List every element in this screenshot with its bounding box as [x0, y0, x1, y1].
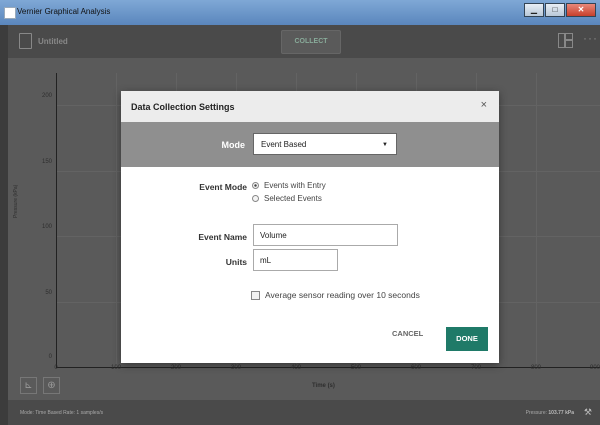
cancel-button[interactable]: CANCEL: [392, 329, 423, 338]
x-tick-label: 600: [410, 365, 421, 371]
x-axis: [56, 367, 600, 368]
event-name-field[interactable]: [253, 224, 398, 246]
graph-options-icon[interactable]: ⊾: [20, 377, 37, 394]
y-axis-label: Pressure (kPa): [13, 184, 19, 218]
mode-select[interactable]: Event Based ▼: [253, 133, 397, 155]
sensor-reading-value: 103.77 kPa: [548, 410, 574, 416]
window-titlebar: Vernier Graphical Analysis ▁ □ ✕: [0, 0, 600, 25]
y-axis: [56, 73, 57, 368]
units-field[interactable]: [253, 249, 338, 271]
average-reading-option[interactable]: Average sensor reading over 10 seconds: [251, 290, 420, 300]
radio-events-with-entry[interactable]: Events with Entry: [252, 181, 326, 190]
left-edge: [0, 25, 8, 425]
x-tick-label: 400: [290, 365, 301, 371]
dialog-header: Data Collection Settings ×: [121, 91, 499, 122]
mode-label: Mode: [221, 140, 246, 150]
x-tick-label: 200: [170, 365, 181, 371]
y-tick-label: 50: [45, 290, 52, 296]
x-tick-label: 0: [54, 365, 58, 371]
y-tick-label: 100: [41, 224, 52, 230]
radio-selected-icon[interactable]: [252, 182, 259, 189]
close-icon[interactable]: ×: [481, 99, 487, 111]
dialog-title: Data Collection Settings: [131, 102, 235, 112]
close-window-button[interactable]: ✕: [566, 3, 596, 17]
sensor-reading-label: Pressure:: [525, 410, 548, 416]
toolbar: Untitled COLLECT ···: [8, 25, 600, 58]
graph-tools: ⊾ ⊕: [20, 377, 60, 394]
x-tick-label: 100: [110, 365, 121, 371]
y-tick-label: 200: [41, 93, 52, 99]
done-button[interactable]: DONE: [446, 327, 488, 351]
checkbox-label: Average sensor reading over 10 seconds: [265, 290, 420, 300]
data-collection-settings-dialog: Data Collection Settings × Mode Event Ba…: [121, 91, 499, 363]
radio-unselected-icon[interactable]: [252, 195, 259, 202]
wrench-icon[interactable]: ⚒: [584, 407, 592, 418]
document-icon[interactable]: [19, 33, 32, 49]
x-tick-label: 900: [589, 365, 600, 371]
minimize-button[interactable]: ▁: [524, 3, 544, 17]
status-bar: Mode: Time Based Rate: 1 samples/s Press…: [8, 400, 600, 425]
event-mode-label: Event Mode: [199, 182, 247, 192]
event-name-label: Event Name: [198, 232, 247, 242]
collect-button[interactable]: COLLECT: [281, 30, 341, 54]
chevron-down-icon: ▼: [382, 142, 388, 148]
x-tick-label: 800: [530, 365, 541, 371]
more-options-icon[interactable]: ···: [583, 31, 598, 45]
grid-line: [116, 73, 117, 368]
layout-icon[interactable]: [558, 33, 573, 48]
radio-label: Selected Events: [264, 194, 322, 203]
window-title: Vernier Graphical Analysis: [17, 7, 111, 16]
x-tick-label: 500: [350, 365, 361, 371]
zoom-icon[interactable]: ⊕: [43, 377, 60, 394]
app-icon: [4, 7, 16, 19]
grid-line: [536, 73, 537, 368]
radio-selected-events[interactable]: Selected Events: [252, 194, 322, 203]
units-label: Units: [225, 257, 247, 267]
mode-row: Mode Event Based ▼: [121, 122, 499, 167]
collection-mode-status[interactable]: Mode: Time Based Rate: 1 samples/s: [20, 410, 103, 416]
window-controls: ▁ □ ✕: [524, 3, 596, 17]
x-tick-label: 700: [470, 365, 481, 371]
radio-label: Events with Entry: [264, 181, 326, 190]
maximize-button[interactable]: □: [545, 3, 565, 17]
x-axis-label: Time (s): [312, 383, 335, 389]
document-title[interactable]: Untitled: [38, 37, 68, 46]
sensor-reading[interactable]: Pressure: 103.77 kPa: [526, 410, 574, 416]
x-tick-label: 300: [230, 365, 241, 371]
y-tick-label: 150: [41, 159, 52, 165]
checkbox[interactable]: [251, 290, 260, 300]
y-tick-label: 0: [48, 354, 52, 360]
mode-select-value: Event Based: [261, 140, 307, 149]
